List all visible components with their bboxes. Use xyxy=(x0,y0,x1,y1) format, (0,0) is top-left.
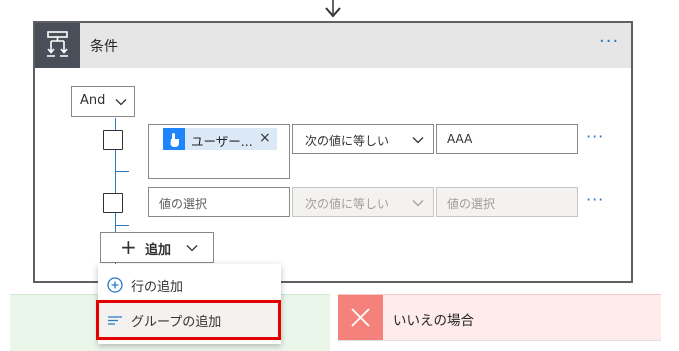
row-1-operator-value: 次の値に等しい xyxy=(305,134,390,148)
menu-item-add-row[interactable]: 行の追加 xyxy=(98,267,281,303)
row-2-left-operand[interactable]: 値の選択 xyxy=(148,187,290,217)
condition-card-header[interactable]: 条件 ··· xyxy=(35,23,631,68)
menu-item-label: 行の追加 xyxy=(131,280,184,295)
and-or-value: And xyxy=(80,93,106,108)
touch-trigger-icon xyxy=(163,128,185,150)
close-icon xyxy=(338,295,383,340)
menu-item-label: グループの追加 xyxy=(131,315,222,330)
no-branch-title: いいえの場合 xyxy=(393,313,474,329)
row-2-value-placeholder: 値の選択 xyxy=(447,197,496,211)
chevron-down-icon xyxy=(115,99,127,106)
add-button[interactable]: + 追加 xyxy=(100,232,214,263)
group-lines-icon xyxy=(108,316,122,325)
row-2-more-icon[interactable]: ··· xyxy=(586,190,604,209)
row-2-operator-value: 次の値に等しい xyxy=(305,197,390,211)
row-2-checkbox[interactable] xyxy=(103,193,123,213)
row-1-checkbox[interactable] xyxy=(103,130,123,150)
plus-icon: + xyxy=(120,235,137,259)
connector-arrow-icon xyxy=(325,0,341,18)
chevron-down-icon xyxy=(186,245,198,252)
dynamic-content-token[interactable]: ユーザー... × xyxy=(163,128,277,150)
add-button-label: 追加 xyxy=(145,243,172,258)
token-label: ユーザー... xyxy=(191,134,253,149)
row-2-operator-select[interactable]: 次の値に等しい xyxy=(292,187,434,217)
plus-circle-icon xyxy=(107,277,123,293)
no-branch: いいえの場合 xyxy=(338,294,661,351)
row-1-value: AAA xyxy=(447,132,473,146)
card-more-icon[interactable]: ··· xyxy=(599,31,619,52)
add-menu: 行の追加 グループの追加 xyxy=(96,264,281,344)
token-remove-icon[interactable]: × xyxy=(259,130,271,146)
row-2-left-placeholder: 値の選択 xyxy=(159,197,208,211)
tree-branch xyxy=(115,225,129,226)
and-or-select[interactable]: And xyxy=(71,86,135,117)
condition-icon xyxy=(35,23,80,68)
row-2-value-input[interactable]: 値の選択 xyxy=(436,187,578,217)
row-1-value-input[interactable]: AAA xyxy=(436,124,578,154)
condition-title: 条件 xyxy=(90,39,118,55)
chevron-down-icon xyxy=(412,137,424,144)
menu-item-add-group[interactable]: グループの追加 xyxy=(96,300,281,340)
chevron-down-icon xyxy=(412,200,424,207)
no-branch-body xyxy=(338,340,661,351)
tree-branch xyxy=(115,171,129,172)
row-1-more-icon[interactable]: ··· xyxy=(586,127,604,146)
row-1-operator-select[interactable]: 次の値に等しい xyxy=(292,124,434,154)
